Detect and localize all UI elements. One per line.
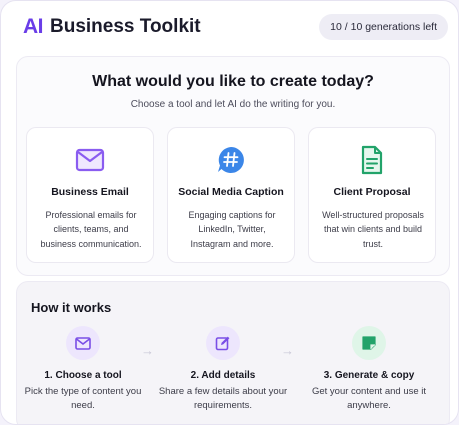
logo[interactable]: AI Business Toolkit bbox=[23, 15, 201, 39]
header: AI Business Toolkit 10 / 10 generations … bbox=[1, 1, 458, 53]
card-title: Business Email bbox=[51, 186, 129, 198]
copy-icon bbox=[352, 326, 386, 360]
page-subtitle: Choose a tool and let AI do the writing … bbox=[130, 99, 336, 110]
section-title: How it works bbox=[31, 300, 112, 315]
card-description: Well-structured proposals that win clien… bbox=[322, 210, 424, 249]
card-description: Professional emails for clients, teams, … bbox=[40, 210, 142, 249]
card-business-email[interactable]: Business Email Professional emails for c… bbox=[26, 127, 154, 263]
hashtag-icon bbox=[216, 145, 246, 175]
card-social-media-caption[interactable]: Social Media Caption Engaging captions f… bbox=[167, 127, 295, 263]
card-title: Social Media Caption bbox=[178, 186, 284, 198]
card-description: Engaging captions for LinkedIn, Twitter,… bbox=[188, 210, 276, 249]
card-client-proposal[interactable]: Client Proposal Well-structured proposal… bbox=[308, 127, 436, 263]
step-title: 3. Generate & copy bbox=[323, 370, 415, 381]
how-it-works-panel: How it works 1. Choose a tool Pick the t… bbox=[16, 281, 450, 424]
arrow-right-icon: → bbox=[281, 343, 294, 358]
app-title: Business Toolkit bbox=[50, 16, 201, 37]
app-window: AI Business Toolkit 10 / 10 generations … bbox=[0, 0, 459, 425]
edit-icon bbox=[206, 326, 240, 360]
mail-icon bbox=[75, 145, 105, 175]
step-title: 2. Add details bbox=[190, 370, 256, 381]
tool-chooser-panel: What would you like to create today? Cho… bbox=[16, 56, 450, 276]
document-icon bbox=[357, 145, 387, 175]
arrow-right-icon: → bbox=[141, 343, 154, 358]
page-title: What would you like to create today? bbox=[92, 73, 374, 90]
generations-badge: 10 / 10 generations left bbox=[319, 14, 448, 40]
logo-ai: AI bbox=[23, 15, 44, 38]
step-description: Share a few details about your requireme… bbox=[158, 386, 288, 412]
mail-icon bbox=[66, 326, 100, 360]
step-description: Pick the type of content you need. bbox=[24, 386, 142, 412]
card-title: Client Proposal bbox=[333, 186, 411, 198]
step-title: 1. Choose a tool bbox=[44, 370, 122, 381]
step-description: Get your content and use it anywhere. bbox=[311, 386, 427, 412]
